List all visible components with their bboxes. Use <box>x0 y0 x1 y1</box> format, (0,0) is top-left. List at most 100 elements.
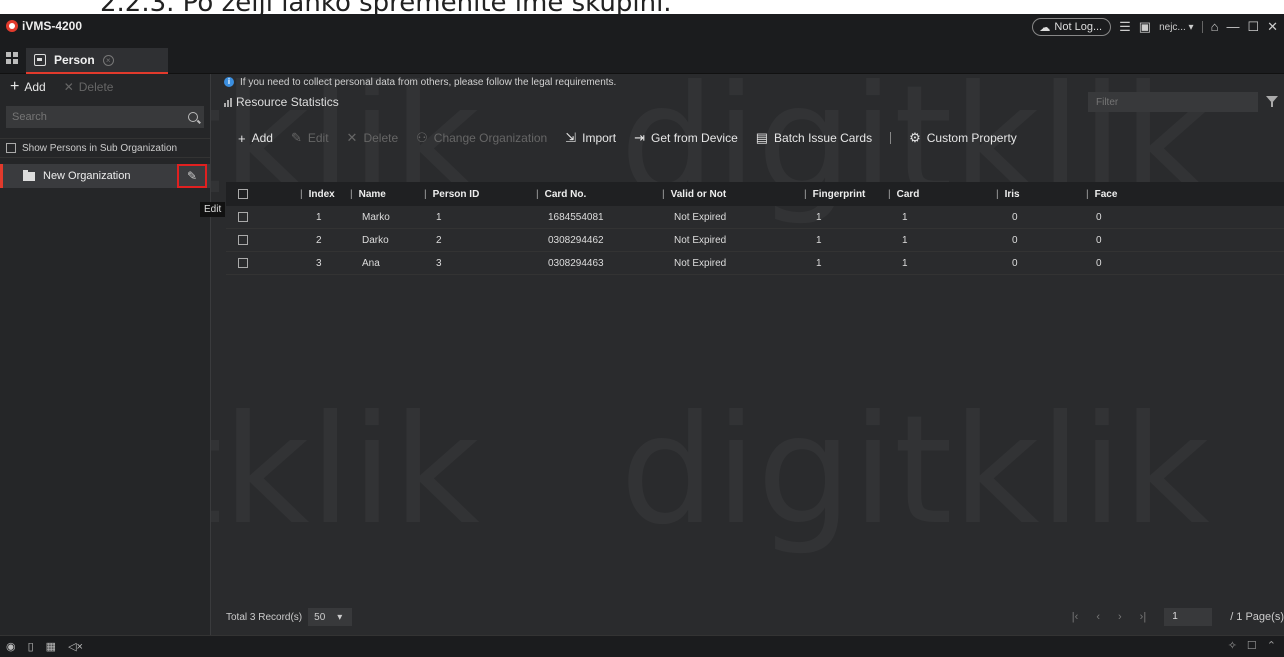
trash-icon[interactable]: ▯ <box>28 640 34 653</box>
pin-icon[interactable]: ✧ <box>1228 639 1237 652</box>
user-menu[interactable]: nejc... ▾ <box>1159 22 1194 33</box>
delete-person-button[interactable]: ✕ Delete <box>347 130 399 146</box>
column-header[interactable]: | Iris <box>996 189 1020 200</box>
title-bar-controls: ☁ Not Log... ☰ ▣ nejc... ▾ ⌂ — ☐ ✕ <box>1032 18 1278 36</box>
checkbox[interactable] <box>6 143 16 153</box>
table-row[interactable]: 1 Marko 1 1684554081 Not Expired 1 1 0 0 <box>226 206 1284 229</box>
batch-issue-cards-button[interactable]: ▤ Batch Issue Cards <box>756 130 872 146</box>
gear-icon: ⚙ <box>909 130 921 145</box>
cell-face: 0 <box>1096 257 1102 269</box>
tab-person[interactable]: Person × <box>26 48 168 74</box>
search-icon[interactable] <box>188 112 198 122</box>
add-organization-button[interactable]: + Add <box>10 78 46 95</box>
header-label: Valid or Not <box>670 188 727 200</box>
funnel-icon[interactable] <box>1266 96 1278 107</box>
close-icon[interactable]: ✕ <box>1267 18 1278 36</box>
cell-card: 1 <box>902 234 908 246</box>
change-organization-button[interactable]: ⚇ Change Organization <box>416 130 547 146</box>
organization-item[interactable]: New Organization ✎ <box>0 164 210 188</box>
custom-property-button[interactable]: ⚙ Custom Property <box>909 130 1017 146</box>
column-header[interactable]: | Face <box>1086 189 1117 200</box>
cell-valid: Not Expired <box>674 257 727 269</box>
app-title: iVMS-4200 <box>22 19 83 33</box>
add-person-button[interactable]: + Add <box>238 131 273 146</box>
plus-icon: + <box>10 78 20 95</box>
get-from-device-button[interactable]: ⇥ Get from Device <box>634 130 738 146</box>
show-sub-organization-toggle[interactable]: Show Persons in Sub Organization <box>0 138 210 158</box>
x-icon: ✕ <box>63 80 74 94</box>
picture-icon[interactable]: ▣ <box>1139 18 1151 36</box>
bar-chart-icon <box>224 97 232 107</box>
toolbar-divider <box>890 132 892 144</box>
header-label: Index <box>308 188 335 200</box>
custom-property-label: Custom Property <box>926 131 1017 145</box>
cloud-login-button[interactable]: ☁ Not Log... <box>1032 18 1112 36</box>
lock-icon[interactable]: ⌂ <box>1211 18 1219 36</box>
table-row[interactable]: 3 Ana 3 0308294463 Not Expired 1 1 0 0 <box>226 252 1284 275</box>
cell-valid: Not Expired <box>674 211 727 223</box>
tab-close-icon[interactable]: × <box>102 54 114 66</box>
first-page-icon[interactable]: |‹ <box>1072 611 1079 623</box>
chevron-up-icon[interactable]: ⌃ <box>1267 639 1276 652</box>
card-icon: ▤ <box>755 130 769 145</box>
edit-icon: ✎ <box>290 130 302 145</box>
edit-organization-button[interactable]: ✎ <box>177 164 207 188</box>
table-row[interactable]: 2 Darko 2 0308294462 Not Expired 1 1 0 0 <box>226 229 1284 252</box>
search-input[interactable] <box>12 111 162 123</box>
edit-person-button[interactable]: ✎ Edit <box>291 130 329 146</box>
page-size-select[interactable]: 50 ▾ <box>308 608 353 626</box>
resource-statistics-button[interactable]: Resource Statistics <box>224 95 339 109</box>
import-button[interactable]: ⇲ Import <box>565 130 616 146</box>
total-records: Total 3 Record(s) <box>226 611 303 623</box>
column-header[interactable]: | Card No. <box>536 189 586 200</box>
cell-name: Marko <box>362 211 390 223</box>
cell-index: 3 <box>316 257 322 269</box>
cell-face: 0 <box>1096 211 1102 223</box>
minimize-icon[interactable]: — <box>1226 18 1239 36</box>
maximize-icon[interactable]: ☐ <box>1247 18 1259 36</box>
header-label: Card <box>896 188 920 200</box>
row-checkbox[interactable] <box>238 258 248 268</box>
column-header[interactable]: | Person ID <box>424 189 479 200</box>
notice-text: If you need to collect personal data fro… <box>240 76 617 88</box>
cell-index: 2 <box>316 234 322 246</box>
cell-person-id: 3 <box>436 257 442 269</box>
app-window: digitklik digitklik digitklik digitklik … <box>0 14 1284 657</box>
cell-index: 1 <box>316 211 322 223</box>
cell-iris: 0 <box>1012 211 1018 223</box>
row-checkbox[interactable] <box>238 235 248 245</box>
alarm-icon[interactable]: ◉ <box>6 640 16 653</box>
change-org-label: Change Organization <box>433 131 548 145</box>
previous-page-icon[interactable]: ‹ <box>1096 611 1100 623</box>
window-icon[interactable]: ☐ <box>1247 639 1257 652</box>
import-icon: ⇲ <box>565 130 577 145</box>
column-header[interactable]: | Index <box>300 189 335 200</box>
column-header[interactable]: | Fingerprint <box>804 189 865 200</box>
filter-input[interactable] <box>1096 92 1246 112</box>
list-icon[interactable]: ☰ <box>1119 18 1131 36</box>
tab-label: Person <box>54 53 95 67</box>
column-header[interactable]: | Name <box>350 189 386 200</box>
select-all-checkbox[interactable] <box>238 189 248 199</box>
cell-valid: Not Expired <box>674 234 727 246</box>
cell-card-no: 1684554081 <box>548 211 604 223</box>
chevron-down-icon: ▾ <box>337 611 343 623</box>
edit-label: Edit <box>307 131 329 145</box>
folder-icon <box>23 169 35 181</box>
cell-iris: 0 <box>1012 257 1018 269</box>
person-main-panel: i If you need to collect personal data f… <box>212 74 1284 635</box>
show-sub-label: Show Persons in Sub Organization <box>22 142 178 154</box>
modules-grid-icon[interactable] <box>6 52 18 64</box>
next-page-icon[interactable]: › <box>1118 611 1122 623</box>
layout-icon[interactable]: ▦ <box>46 640 56 653</box>
speaker-mute-icon[interactable]: ◁× <box>68 640 83 653</box>
page-number-input[interactable]: 1 <box>1164 608 1213 626</box>
last-page-icon[interactable]: ›| <box>1140 611 1147 623</box>
delete-organization-button[interactable]: ✕ Delete <box>64 80 114 94</box>
column-header[interactable]: | Valid or Not <box>662 189 726 200</box>
column-header[interactable]: | Card <box>888 189 919 200</box>
cloud-status: Not Log... <box>1054 21 1103 33</box>
row-checkbox[interactable] <box>238 212 248 222</box>
organization-panel: + Add ✕ Delete Show Persons in Sub Organiz… <box>0 74 211 635</box>
device-import-icon: ⇥ <box>634 130 646 145</box>
